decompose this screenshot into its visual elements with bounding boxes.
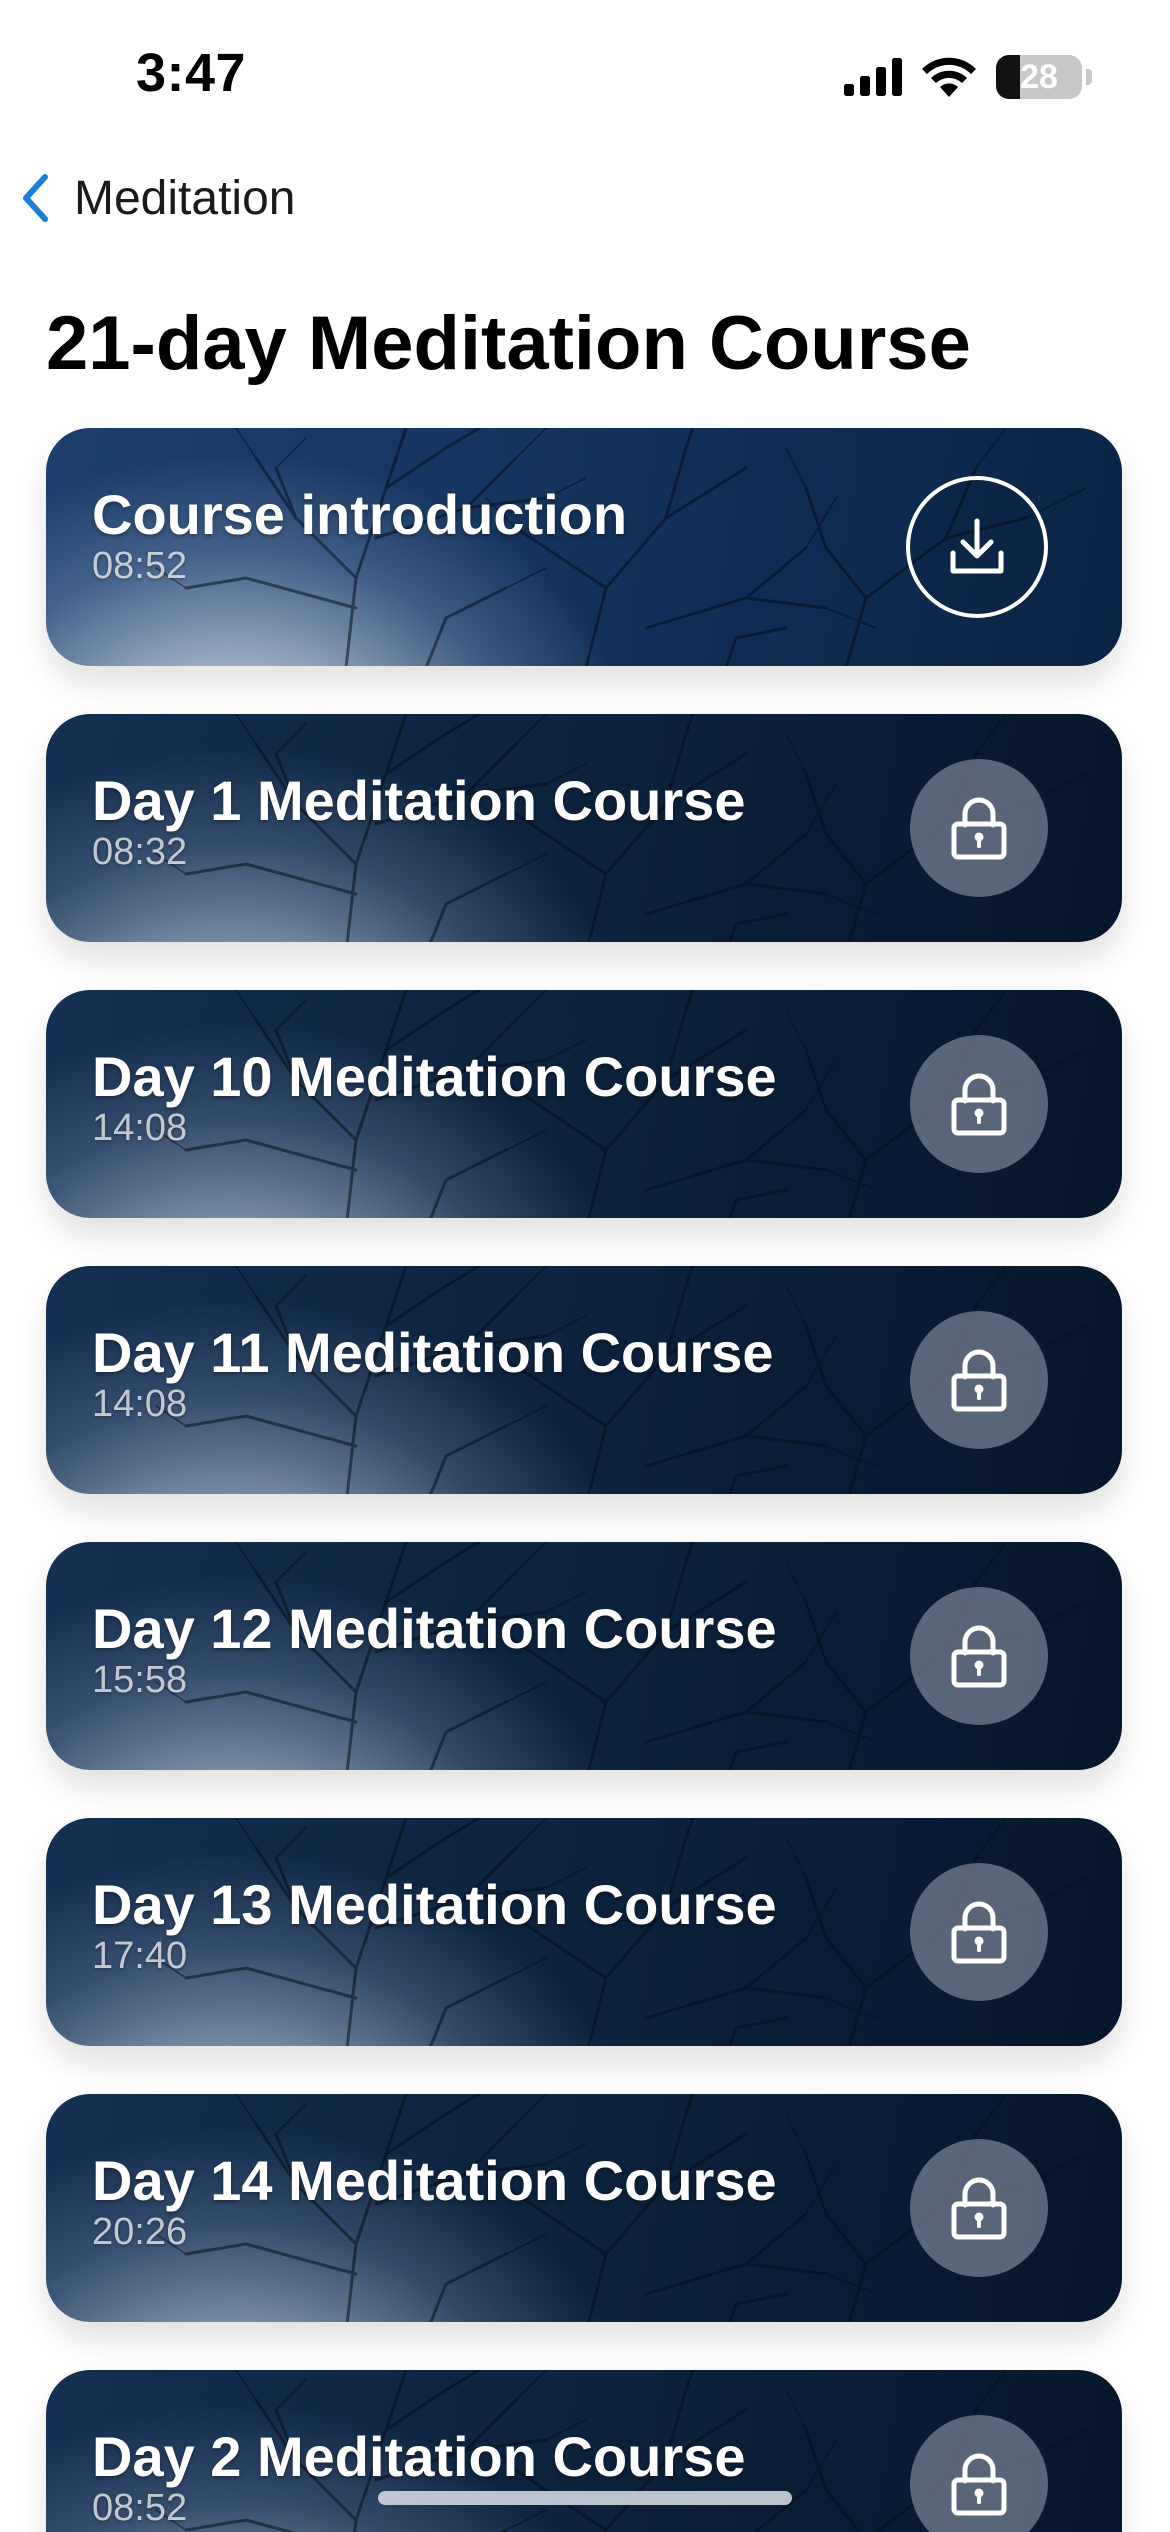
locked-button[interactable] bbox=[910, 1311, 1048, 1449]
app-screen: 3:47 28 Meditation 21-day Meditation Cou… bbox=[0, 0, 1170, 2532]
download-icon bbox=[950, 518, 1004, 574]
locked-button[interactable] bbox=[910, 1863, 1048, 2001]
course-list: Course introduction 08:52 Day 1 Meditati… bbox=[46, 428, 1124, 2532]
course-title: Day 2 Meditation Course bbox=[92, 2425, 746, 2488]
course-duration: 14:08 bbox=[92, 1383, 188, 1425]
course-title: Day 13 Meditation Course bbox=[92, 1873, 777, 1936]
lock-icon bbox=[951, 797, 1007, 860]
course-card[interactable]: Day 2 Meditation Course 08:52 bbox=[46, 2370, 1122, 2532]
course-card[interactable]: Day 14 Meditation Course 20:26 bbox=[46, 2094, 1122, 2322]
course-duration: 15:58 bbox=[92, 1659, 188, 1701]
locked-button[interactable] bbox=[910, 2415, 1048, 2532]
course-duration: 08:52 bbox=[92, 545, 188, 587]
course-text: Course introduction 08:52 bbox=[92, 483, 628, 587]
status-icons: 28 bbox=[844, 52, 1092, 102]
cellular-signal-icon bbox=[844, 58, 902, 96]
wifi-icon bbox=[922, 57, 976, 97]
course-duration: 14:08 bbox=[92, 1107, 188, 1149]
status-time: 3:47 bbox=[136, 43, 247, 103]
course-card[interactable]: Day 13 Meditation Course 17:40 bbox=[46, 1818, 1122, 2046]
course-text: Day 13 Meditation Course 17:40 bbox=[92, 1873, 777, 1977]
course-card[interactable]: Course introduction 08:52 bbox=[46, 428, 1122, 666]
lock-icon bbox=[951, 1073, 1007, 1136]
course-text: Day 11 Meditation Course 14:08 bbox=[92, 1321, 774, 1425]
lock-icon bbox=[951, 1625, 1007, 1688]
course-title: Day 1 Meditation Course bbox=[92, 769, 746, 832]
course-title: Course introduction bbox=[92, 483, 628, 546]
course-duration: 17:40 bbox=[92, 1935, 188, 1977]
course-duration: 08:52 bbox=[92, 2487, 188, 2529]
course-card[interactable]: Day 10 Meditation Course 14:08 bbox=[46, 990, 1122, 1218]
course-text: Day 14 Meditation Course 20:26 bbox=[92, 2149, 777, 2253]
locked-button[interactable] bbox=[910, 1035, 1048, 1173]
course-card[interactable]: Day 1 Meditation Course 08:32 bbox=[46, 714, 1122, 942]
chevron-left-icon bbox=[23, 174, 48, 222]
course-text: Day 2 Meditation Course 08:52 bbox=[92, 2425, 746, 2529]
course-card[interactable]: Day 12 Meditation Course 15:58 bbox=[46, 1542, 1122, 1770]
download-button[interactable] bbox=[906, 476, 1048, 618]
locked-button[interactable] bbox=[910, 1587, 1048, 1725]
status-bar: 3:47 28 bbox=[0, 0, 1170, 150]
back-button[interactable]: Meditation bbox=[20, 160, 295, 236]
lock-icon bbox=[951, 1901, 1007, 1964]
lock-icon bbox=[951, 2453, 1007, 2516]
battery-cap bbox=[1086, 69, 1092, 85]
lock-icon bbox=[951, 1349, 1007, 1412]
course-text: Day 10 Meditation Course 14:08 bbox=[92, 1045, 777, 1149]
back-button-label: Meditation bbox=[74, 171, 296, 225]
battery-icon: 28 bbox=[996, 55, 1082, 99]
course-duration: 20:26 bbox=[92, 2211, 188, 2253]
battery-level-fill bbox=[996, 55, 1021, 99]
battery-percentage: 28 bbox=[1020, 57, 1058, 96]
course-title: Day 14 Meditation Course bbox=[92, 2149, 777, 2212]
course-title: Day 11 Meditation Course bbox=[92, 1321, 774, 1384]
lock-icon bbox=[951, 2177, 1007, 2240]
locked-button[interactable] bbox=[910, 2139, 1048, 2277]
locked-button[interactable] bbox=[910, 759, 1048, 897]
course-card[interactable]: Day 11 Meditation Course 14:08 bbox=[46, 1266, 1122, 1494]
page-title: 21-day Meditation Course bbox=[46, 301, 971, 386]
course-title: Day 12 Meditation Course bbox=[92, 1597, 777, 1660]
course-duration: 08:32 bbox=[92, 831, 188, 873]
course-text: Day 12 Meditation Course 15:58 bbox=[92, 1597, 777, 1701]
course-title: Day 10 Meditation Course bbox=[92, 1045, 777, 1108]
course-text: Day 1 Meditation Course 08:32 bbox=[92, 769, 746, 873]
